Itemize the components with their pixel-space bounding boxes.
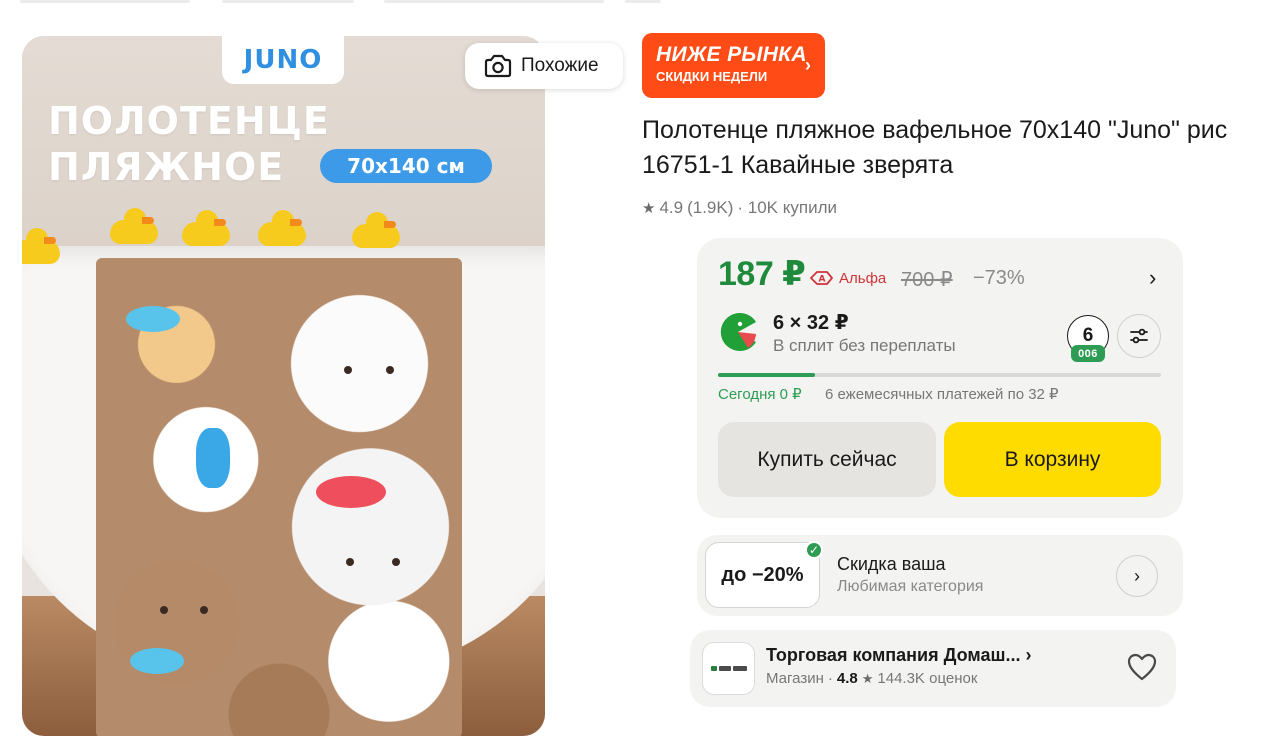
- split-progress-fill: [718, 373, 816, 377]
- split-logo-icon: [720, 313, 756, 351]
- image-brand-logo: JUNO: [222, 36, 344, 84]
- discount-title: Скидка ваша: [837, 554, 946, 574]
- bow-blue-icon: [130, 648, 184, 674]
- monthly-payments: 6 ежемесячных платежей по 32 ₽: [825, 386, 1059, 403]
- bow-blue-icon: [126, 306, 180, 332]
- eye-icon: [392, 558, 400, 566]
- bought-count: · 10K купили: [737, 198, 837, 217]
- duck-illustration: [352, 212, 400, 248]
- shop-meta: Магазин · 4.8 ★ 144.3K оценок: [766, 670, 977, 687]
- fish-icon: [196, 428, 230, 488]
- eye-icon: [200, 606, 208, 614]
- today-payment: Сегодня 0 ₽: [718, 386, 802, 403]
- image-heading-line1: ПОЛОТЕНЦЕ: [48, 99, 330, 143]
- split-subtitle: В сплит без переплаты: [773, 336, 956, 355]
- star-icon: ★: [642, 200, 656, 217]
- top-divider: [384, 0, 604, 3]
- reviews-count: (1.9K): [687, 198, 734, 217]
- product-image[interactable]: JUNO ПОЛОТЕНЦЕ ПЛЯЖНОЕ 70x140 см: [22, 36, 545, 736]
- discount-badge: до −20%: [705, 542, 820, 608]
- svg-text:A: A: [819, 275, 826, 285]
- eye-icon: [344, 366, 352, 374]
- shop-name: Торговая компания Домаш...: [766, 645, 1021, 665]
- chevron-right-icon[interactable]: ›: [1116, 555, 1158, 597]
- old-price: 700 ₽: [901, 269, 953, 291]
- promo-title: НИЖЕ РЫНКА: [656, 43, 807, 66]
- discount-percent: −73%: [973, 267, 1025, 289]
- heart-icon[interactable]: [1126, 652, 1158, 682]
- product-rating[interactable]: ★ 4.9 (1.9K) · 10K купили: [642, 198, 837, 218]
- split-progress: [718, 373, 1161, 377]
- rating-value: 4.9: [659, 198, 684, 217]
- eye-icon: [386, 366, 394, 374]
- chevron-right-icon[interactable]: ›: [1149, 265, 1156, 291]
- shop-logo-icon: [710, 665, 747, 673]
- eye-icon: [160, 606, 168, 614]
- split-amount: 6 × 32 ₽: [773, 312, 849, 334]
- image-heading: ПОЛОТЕНЦЕ ПЛЯЖНОЕ: [48, 98, 330, 190]
- shop-reviews: 144.3K оценок: [877, 670, 978, 687]
- top-divider: [222, 0, 354, 3]
- duck-illustration: [110, 208, 158, 244]
- discount-subtitle: Любимая категория: [837, 578, 984, 595]
- settings-button[interactable]: [1117, 314, 1161, 358]
- bow-red-icon: [316, 476, 386, 508]
- shop-type: Магазин: [766, 670, 824, 687]
- star-icon: ★: [861, 670, 874, 686]
- current-price: 187 ₽: [718, 255, 806, 293]
- similar-button[interactable]: Похожие: [465, 43, 623, 89]
- buy-now-button[interactable]: Купить сейчас: [718, 422, 936, 497]
- image-size-pill: 70x140 см: [320, 149, 492, 183]
- chevron-right-icon: ›: [805, 55, 811, 75]
- shop-rating: 4.8: [836, 670, 858, 687]
- camera-icon: [484, 54, 512, 78]
- eye-icon: [346, 558, 354, 566]
- shop-name-link[interactable]: Торговая компания Домаш... ›: [766, 645, 1032, 666]
- meta-separator: ·: [827, 670, 833, 687]
- top-divider: [20, 0, 190, 3]
- top-divider: [625, 0, 661, 3]
- duck-illustration: [258, 210, 306, 246]
- alfa-label: Альфа: [839, 269, 887, 287]
- chevron-right-icon: ›: [1025, 645, 1032, 665]
- alfa-bank-label: A Альфа: [807, 269, 886, 287]
- shop-card[interactable]: Торговая компания Домаш... › Магазин · 4…: [690, 630, 1176, 707]
- installments-badge: 006: [1071, 345, 1105, 362]
- personal-discount-card[interactable]: до −20% ✓ Скидка ваша Любимая категория …: [697, 535, 1183, 616]
- promo-subtitle: СКИДКИ НЕДЕЛИ: [656, 69, 768, 84]
- duck-illustration: [182, 210, 230, 246]
- duck-illustration: [22, 228, 60, 264]
- shop-logo: [702, 642, 755, 695]
- price-card: 187 ₽ A Альфа 700 ₽ −73% › 6 × 32 ₽ В сп…: [697, 238, 1183, 518]
- check-icon: ✓: [805, 541, 823, 559]
- product-title: Полотенце пляжное вафельное 70х140 "Juno…: [642, 116, 1228, 179]
- image-heading-line2: ПЛЯЖНОЕ: [48, 145, 285, 189]
- sliders-icon: [1130, 328, 1148, 344]
- similar-label: Похожие: [521, 55, 599, 76]
- towel-illustration: [96, 258, 462, 736]
- alfa-card-icon: A: [810, 271, 833, 285]
- promo-banner[interactable]: НИЖЕ РЫНКА СКИДКИ НЕДЕЛИ ›: [642, 33, 825, 98]
- add-to-cart-button[interactable]: В корзину: [944, 422, 1161, 497]
